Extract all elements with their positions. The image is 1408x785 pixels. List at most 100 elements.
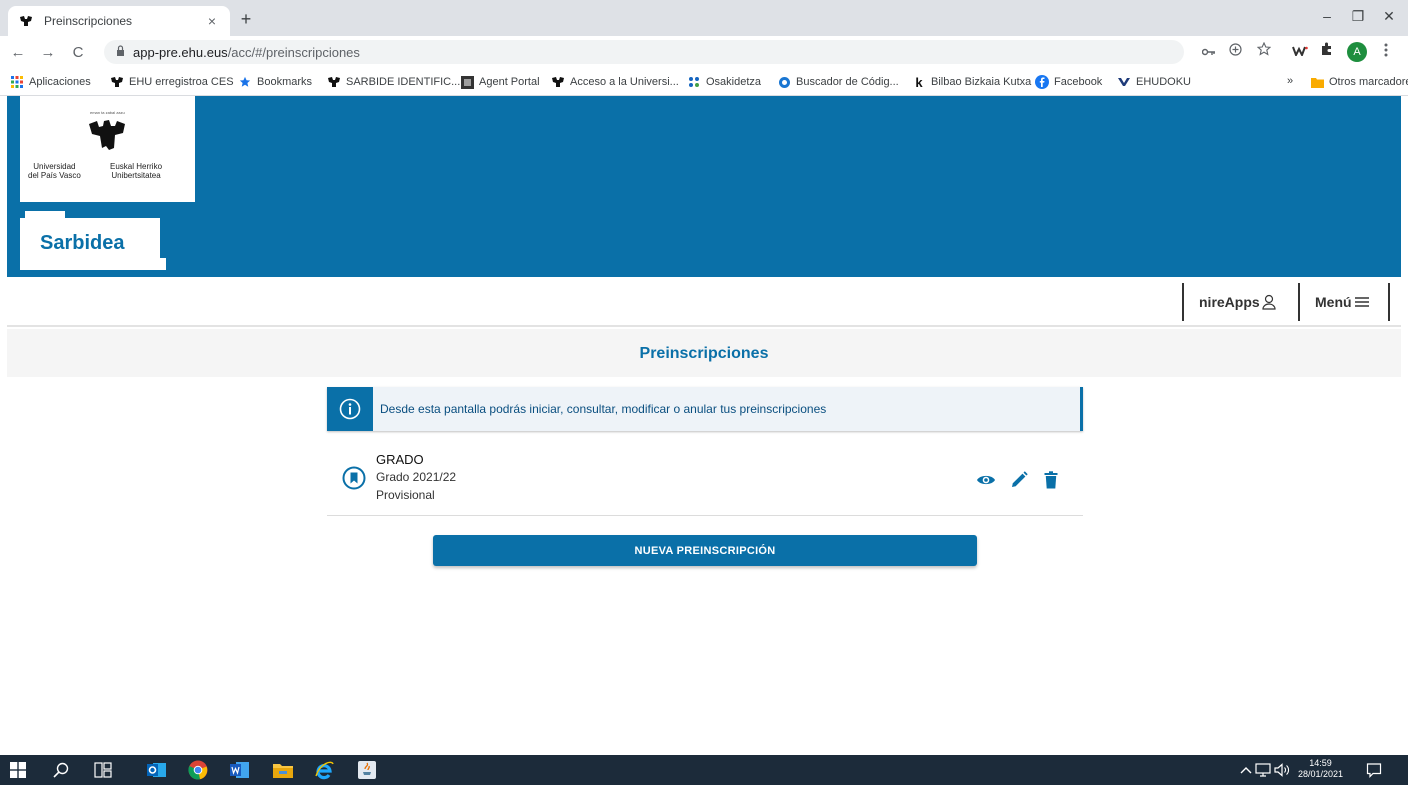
restore-button[interactable]: ❐: [1343, 8, 1373, 25]
network-icon[interactable]: [1253, 760, 1273, 780]
facebook-icon: [1035, 75, 1049, 89]
user-icon: [1262, 294, 1276, 310]
internet-explorer-icon[interactable]: [315, 760, 335, 780]
file-explorer-icon[interactable]: [273, 760, 293, 780]
new-preinscription-button[interactable]: NUEVA PREINSCRIPCIÓN: [433, 535, 977, 566]
notifications-icon[interactable]: [1364, 760, 1384, 780]
search-code-icon: [777, 75, 791, 89]
page-title-bar: Preinscripciones: [7, 329, 1401, 377]
bookmark-star-icon[interactable]: [1255, 41, 1273, 59]
info-icon: [327, 387, 373, 431]
info-banner: Desde esta pantalla podrás iniciar, cons…: [327, 387, 1083, 431]
url-path: /acc/#/preinscripciones: [227, 44, 360, 60]
browser-tab[interactable]: Preinscripciones ×: [8, 6, 230, 36]
apps-grid-icon: [10, 75, 24, 89]
bookmark-bilbao-bizkaia-kutxa[interactable]: k Bilbao Bizkaia Kutxa: [912, 74, 1031, 90]
clock-date: 28/01/2021: [1298, 769, 1344, 779]
star-icon: [238, 75, 252, 89]
ehudoku-icon: [1117, 75, 1131, 89]
brand-title[interactable]: Sarbidea: [40, 232, 124, 255]
top-navigation: [7, 277, 1401, 327]
bookmarks-overflow-button[interactable]: »: [1287, 75, 1293, 87]
folder-icon: [1310, 75, 1324, 89]
trash-icon: [1044, 471, 1058, 489]
ehu-favicon-icon: [18, 13, 34, 29]
url-host: app-pre.ehu.eus: [133, 44, 228, 60]
logo-right-line2: Unibertsitatea: [111, 171, 161, 180]
browser-tab-strip: Preinscripciones × + – ❐ ✕: [0, 0, 1408, 36]
lock-icon: [116, 45, 125, 59]
bookmark-buscador-codigos[interactable]: Buscador de Códig...: [777, 75, 899, 89]
new-tab-button[interactable]: +: [236, 10, 256, 30]
item-status: Provisional: [376, 488, 435, 502]
forward-button[interactable]: →: [36, 44, 60, 61]
kutxa-icon: k: [915, 74, 923, 90]
extension-w-icon[interactable]: [1291, 44, 1309, 59]
bookmark-circle-icon: [342, 466, 366, 490]
ehu-icon: [110, 75, 124, 89]
logo-left-line1: Universidad: [33, 162, 76, 171]
extensions-puzzle-icon[interactable]: [1318, 42, 1336, 59]
browser-menu-icon[interactable]: [1377, 43, 1395, 60]
nav-separator: [1182, 283, 1184, 321]
profile-avatar[interactable]: A: [1347, 42, 1367, 62]
eye-icon: [977, 475, 995, 485]
hamburger-icon: [1354, 297, 1369, 307]
chrome-icon[interactable]: [188, 760, 208, 780]
edit-button[interactable]: [1008, 469, 1030, 491]
view-button[interactable]: [975, 469, 997, 491]
volume-icon[interactable]: [1272, 760, 1292, 780]
system-clock[interactable]: 14:59 28/01/2021: [1298, 758, 1343, 780]
bookmark-ehudoku[interactable]: EHUDOKU: [1117, 75, 1191, 89]
reload-button[interactable]: C: [66, 44, 90, 61]
minimize-button[interactable]: –: [1312, 8, 1342, 24]
page-title: Preinscripciones: [639, 345, 769, 362]
windows-start-icon[interactable]: [8, 760, 28, 780]
pencil-icon: [1012, 471, 1028, 487]
bookmark-acceso-universidad[interactable]: Acceso a la Universi...: [551, 75, 679, 89]
nav-separator: [1298, 283, 1300, 321]
zoom-icon[interactable]: [1226, 43, 1244, 59]
back-button[interactable]: ←: [6, 44, 30, 61]
windows-taskbar: 14:59 28/01/2021: [0, 755, 1408, 785]
ehu-logo-mark-icon: [89, 120, 125, 150]
java-installer-icon[interactable]: [357, 760, 377, 780]
word-icon[interactable]: [230, 760, 250, 780]
bookmarks-bar: Aplicaciones EHU erregistroa CES Bookmar…: [0, 68, 1408, 96]
logo-left-line2: del País Vasco: [28, 171, 81, 180]
tab-close-icon[interactable]: ×: [204, 13, 220, 29]
preinscription-item: GRADO Grado 2021/22 Provisional: [327, 446, 1083, 516]
outlook-icon[interactable]: [147, 760, 167, 780]
logo-tagline: eman ta zabal zazu: [90, 110, 125, 115]
delete-button[interactable]: [1040, 469, 1062, 491]
nireapps-label: nireApps: [1199, 294, 1260, 310]
clock-time: 14:59: [1309, 758, 1332, 768]
ehu-icon: [327, 75, 341, 89]
menu-label: Menú: [1315, 294, 1352, 310]
nireapps-button[interactable]: nireApps: [1199, 283, 1276, 321]
tab-title: Preinscripciones: [44, 14, 133, 28]
bookmark-agent-portal[interactable]: Agent Portal: [460, 75, 540, 89]
task-view-icon[interactable]: [93, 760, 113, 780]
university-logo[interactable]: eman ta zabal zazu Universidad del País …: [20, 96, 195, 202]
bookmark-osakidetza[interactable]: Osakidetza: [687, 75, 761, 89]
info-message: Desde esta pantalla podrás iniciar, cons…: [380, 402, 827, 416]
osakidetza-icon: [687, 75, 701, 89]
item-name: Grado 2021/22: [376, 470, 457, 484]
window-close-button[interactable]: ✕: [1374, 8, 1404, 25]
bookmark-otros-marcadores[interactable]: Otros marcadores: [1310, 75, 1408, 89]
bookmark-facebook[interactable]: Facebook: [1035, 75, 1102, 89]
bookmark-ehu-erregistroa[interactable]: EHU erregistroa CES: [110, 75, 234, 89]
logo-right-line1: Euskal Herriko: [110, 162, 163, 171]
portal-icon: [460, 75, 474, 89]
ehu-icon: [551, 75, 565, 89]
item-type: GRADO: [376, 452, 424, 467]
bookmark-aplicaciones[interactable]: Aplicaciones: [10, 75, 91, 89]
bookmark-sarbide[interactable]: SARBIDE IDENTIFIC...: [327, 75, 460, 89]
search-icon[interactable]: [51, 760, 71, 780]
bookmark-bookmarks[interactable]: Bookmarks: [238, 75, 312, 89]
site-header-banner: [7, 96, 1401, 277]
menu-button[interactable]: Menú: [1315, 283, 1370, 321]
address-bar[interactable]: app-pre.ehu.eus/acc/#/preinscripciones: [104, 40, 1184, 64]
key-icon[interactable]: [1200, 44, 1218, 59]
